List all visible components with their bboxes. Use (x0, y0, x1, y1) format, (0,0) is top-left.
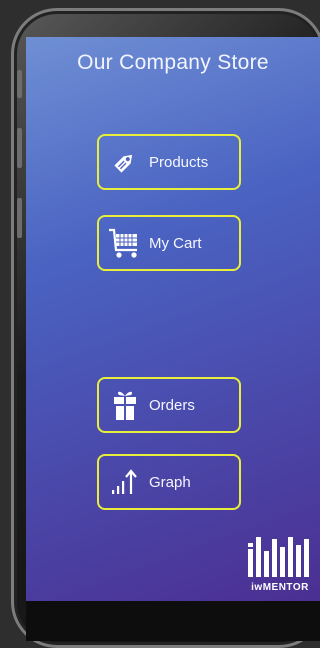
chart-icon (105, 464, 145, 500)
phone-volume-down (17, 198, 22, 238)
products-label: Products (149, 153, 209, 171)
orders-button[interactable]: Orders (97, 377, 241, 433)
gift-icon (105, 387, 145, 423)
logo-mark (248, 537, 309, 577)
logo-text: iwMENTOR (251, 582, 309, 593)
iwmentor-logo: iwMENTOR (246, 537, 314, 593)
phone-bottom-bezel (26, 601, 320, 641)
phone-volume-up (17, 128, 22, 168)
graph-label: Graph (149, 473, 191, 491)
cart-icon (105, 225, 145, 261)
my-cart-button[interactable]: My Cart (97, 215, 241, 271)
app-screen: Our Company Store Products My Cart Order… (26, 37, 320, 601)
page-title: Our Company Store (77, 51, 269, 74)
graph-button[interactable]: Graph (97, 454, 241, 510)
products-button[interactable]: Products (97, 134, 241, 190)
tag-icon (105, 144, 145, 180)
orders-label: Orders (149, 396, 195, 414)
my-cart-label: My Cart (149, 234, 202, 252)
phone-side-button (17, 70, 22, 98)
